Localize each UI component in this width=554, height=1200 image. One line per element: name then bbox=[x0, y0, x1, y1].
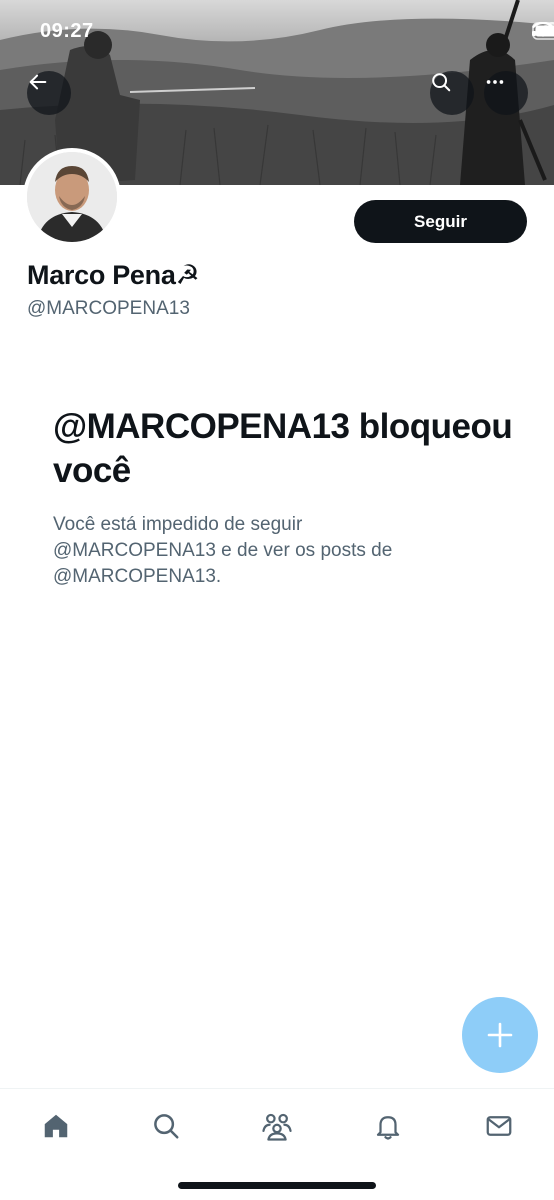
tab-notifications[interactable] bbox=[366, 1104, 410, 1148]
avatar-photo bbox=[27, 152, 117, 242]
blocked-title: @MARCOPENA13 bloqueou você bbox=[53, 407, 513, 490]
notifications-icon bbox=[376, 1116, 400, 1140]
home-icon bbox=[44, 1114, 68, 1138]
profile-avatar[interactable] bbox=[23, 148, 121, 246]
home-indicator bbox=[178, 1182, 376, 1189]
back-button[interactable] bbox=[27, 71, 71, 115]
profile-display-name: Marco Pena☭ bbox=[27, 260, 200, 290]
status-time: 09:27 bbox=[40, 20, 94, 42]
status-bar: 09:27 bbox=[0, 0, 554, 64]
plus-icon bbox=[487, 1022, 513, 1048]
search-button[interactable] bbox=[430, 71, 474, 115]
communities-icon bbox=[262, 1113, 292, 1141]
more-options-button[interactable] bbox=[484, 71, 528, 115]
more-horizontal-icon bbox=[486, 80, 504, 84]
search-icon bbox=[154, 1114, 179, 1139]
arrow-left-icon bbox=[29, 74, 47, 90]
tab-search[interactable] bbox=[144, 1104, 188, 1148]
profile-handle: @MARCOPENA13 bbox=[27, 298, 190, 319]
follow-button[interactable]: Seguir bbox=[354, 200, 527, 243]
battery-icon bbox=[532, 22, 554, 40]
tab-communities[interactable] bbox=[255, 1104, 299, 1148]
tab-home[interactable] bbox=[34, 1104, 78, 1148]
search-icon bbox=[432, 73, 451, 92]
messages-icon bbox=[486, 1116, 512, 1136]
tab-messages[interactable] bbox=[477, 1104, 521, 1148]
compose-button[interactable] bbox=[462, 997, 538, 1073]
blocked-description: Você está impedido de seguir @MARCOPENA1… bbox=[53, 514, 393, 587]
